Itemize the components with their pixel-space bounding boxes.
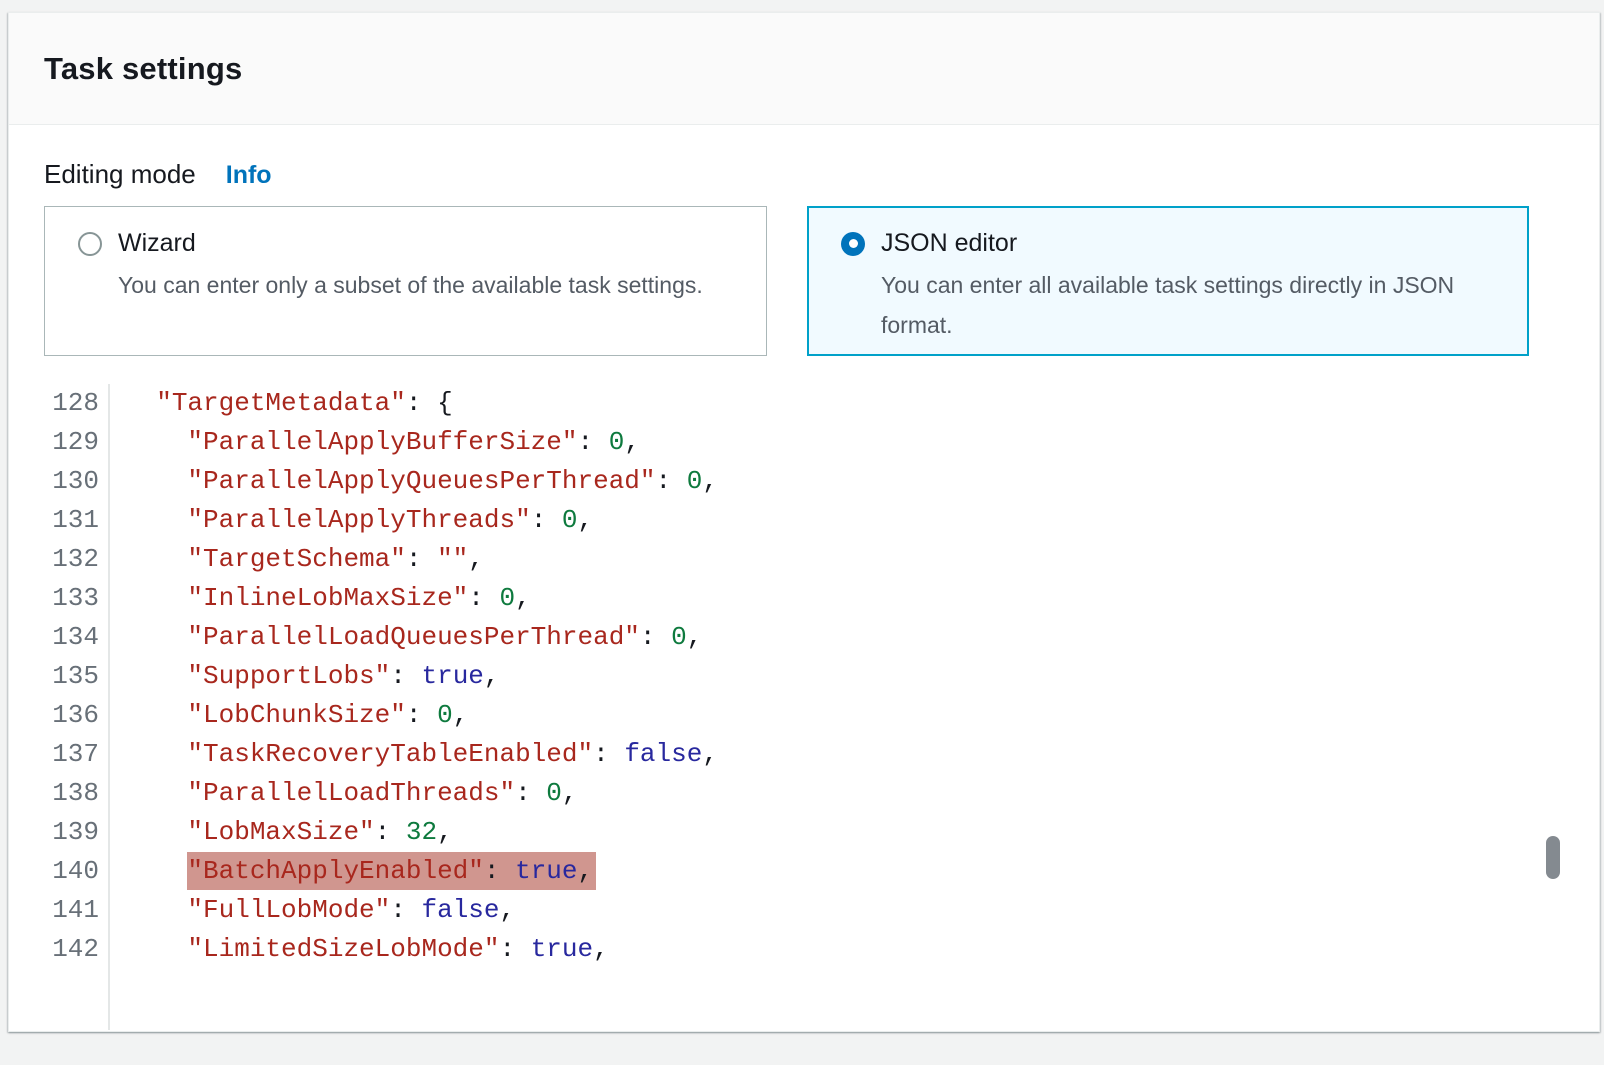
code-line-text: "ParallelApplyBufferSize": 0, bbox=[108, 423, 640, 462]
code-line-text: "SupportLobs": true, bbox=[108, 657, 500, 696]
code-line[interactable]: 128 "TargetMetadata": { bbox=[44, 384, 1599, 423]
code-line-text: "TaskRecoveryTableEnabled": false, bbox=[108, 735, 718, 774]
code-line-text: "FullLobMode": false, bbox=[108, 891, 515, 930]
json-editor-option-description: You can enter all available task setting… bbox=[881, 266, 1500, 345]
code-line[interactable]: 130 "ParallelApplyQueuesPerThread": 0, bbox=[44, 462, 1599, 501]
task-settings-panel: Task settings Editing mode Info Wizard Y… bbox=[8, 12, 1600, 1032]
code-editor-lines: 128 "TargetMetadata": {129 "ParallelAppl… bbox=[44, 384, 1599, 969]
code-line-text: "LobMaxSize": 32, bbox=[108, 813, 453, 852]
line-number: 138 bbox=[44, 774, 108, 813]
code-line[interactable]: 142 "LimitedSizeLobMode": true, bbox=[44, 930, 1599, 969]
code-line[interactable]: 134 "ParallelLoadQueuesPerThread": 0, bbox=[44, 618, 1599, 657]
line-number: 133 bbox=[44, 579, 108, 618]
editing-mode-label: Editing mode bbox=[44, 159, 196, 190]
code-line[interactable]: 135 "SupportLobs": true, bbox=[44, 657, 1599, 696]
code-line[interactable]: 141 "FullLobMode": false, bbox=[44, 891, 1599, 930]
code-line[interactable]: 133 "InlineLobMaxSize": 0, bbox=[44, 579, 1599, 618]
wizard-option-card[interactable]: Wizard You can enter only a subset of th… bbox=[44, 206, 767, 356]
code-line[interactable]: 138 "ParallelLoadThreads": 0, bbox=[44, 774, 1599, 813]
json-code-editor[interactable]: 128 "TargetMetadata": {129 "ParallelAppl… bbox=[44, 384, 1599, 1032]
wizard-option-head: Wizard bbox=[78, 229, 738, 258]
line-number: 136 bbox=[44, 696, 108, 735]
code-line-text: "ParallelLoadQueuesPerThread": 0, bbox=[108, 618, 702, 657]
code-line-text: "TargetSchema": "", bbox=[108, 540, 484, 579]
line-number: 134 bbox=[44, 618, 108, 657]
line-number: 140 bbox=[44, 852, 108, 891]
code-line-text: "ParallelApplyQueuesPerThread": 0, bbox=[108, 462, 718, 501]
code-line-text: "BatchApplyEnabled": true, bbox=[108, 852, 596, 891]
line-number: 129 bbox=[44, 423, 108, 462]
code-line[interactable]: 137 "TaskRecoveryTableEnabled": false, bbox=[44, 735, 1599, 774]
code-line[interactable]: 131 "ParallelApplyThreads": 0, bbox=[44, 501, 1599, 540]
radio-checked-icon[interactable] bbox=[841, 232, 865, 256]
code-line-text: "ParallelApplyThreads": 0, bbox=[108, 501, 593, 540]
line-number: 137 bbox=[44, 735, 108, 774]
code-line[interactable]: 140 "BatchApplyEnabled": true, bbox=[44, 852, 1599, 891]
line-number: 142 bbox=[44, 930, 108, 969]
editing-mode-options: Wizard You can enter only a subset of th… bbox=[44, 206, 1599, 356]
code-line-text: "LimitedSizeLobMode": true, bbox=[108, 930, 609, 969]
code-line-text: "ParallelLoadThreads": 0, bbox=[108, 774, 578, 813]
code-line-text: "LobChunkSize": 0, bbox=[108, 696, 468, 735]
panel-header: Task settings bbox=[9, 13, 1599, 125]
editing-mode-row: Editing mode Info bbox=[44, 159, 1599, 190]
code-line[interactable]: 132 "TargetSchema": "", bbox=[44, 540, 1599, 579]
json-editor-option-head: JSON editor bbox=[841, 229, 1500, 258]
line-number: 141 bbox=[44, 891, 108, 930]
line-number: 132 bbox=[44, 540, 108, 579]
scrollbar-thumb[interactable] bbox=[1546, 836, 1560, 879]
line-number: 139 bbox=[44, 813, 108, 852]
page-title: Task settings bbox=[44, 51, 242, 87]
code-line[interactable]: 139 "LobMaxSize": 32, bbox=[44, 813, 1599, 852]
code-line[interactable]: 129 "ParallelApplyBufferSize": 0, bbox=[44, 423, 1599, 462]
line-number: 135 bbox=[44, 657, 108, 696]
code-line-text: "InlineLobMaxSize": 0, bbox=[108, 579, 531, 618]
line-number: 130 bbox=[44, 462, 108, 501]
panel-body: Editing mode Info Wizard You can enter o… bbox=[9, 159, 1599, 1065]
code-line[interactable]: 136 "LobChunkSize": 0, bbox=[44, 696, 1599, 735]
wizard-option-label: Wizard bbox=[118, 229, 196, 258]
radio-unchecked-icon[interactable] bbox=[78, 232, 102, 256]
code-line-text: "TargetMetadata": { bbox=[108, 384, 453, 423]
line-number: 131 bbox=[44, 501, 108, 540]
json-editor-option-label: JSON editor bbox=[881, 229, 1017, 258]
highlighted-match: "BatchApplyEnabled": true, bbox=[187, 852, 596, 890]
info-link[interactable]: Info bbox=[226, 161, 272, 190]
wizard-option-description: You can enter only a subset of the avail… bbox=[118, 266, 738, 306]
json-editor-option-card[interactable]: JSON editor You can enter all available … bbox=[807, 206, 1529, 356]
gutter-separator bbox=[108, 384, 110, 1030]
line-number: 128 bbox=[44, 384, 108, 423]
